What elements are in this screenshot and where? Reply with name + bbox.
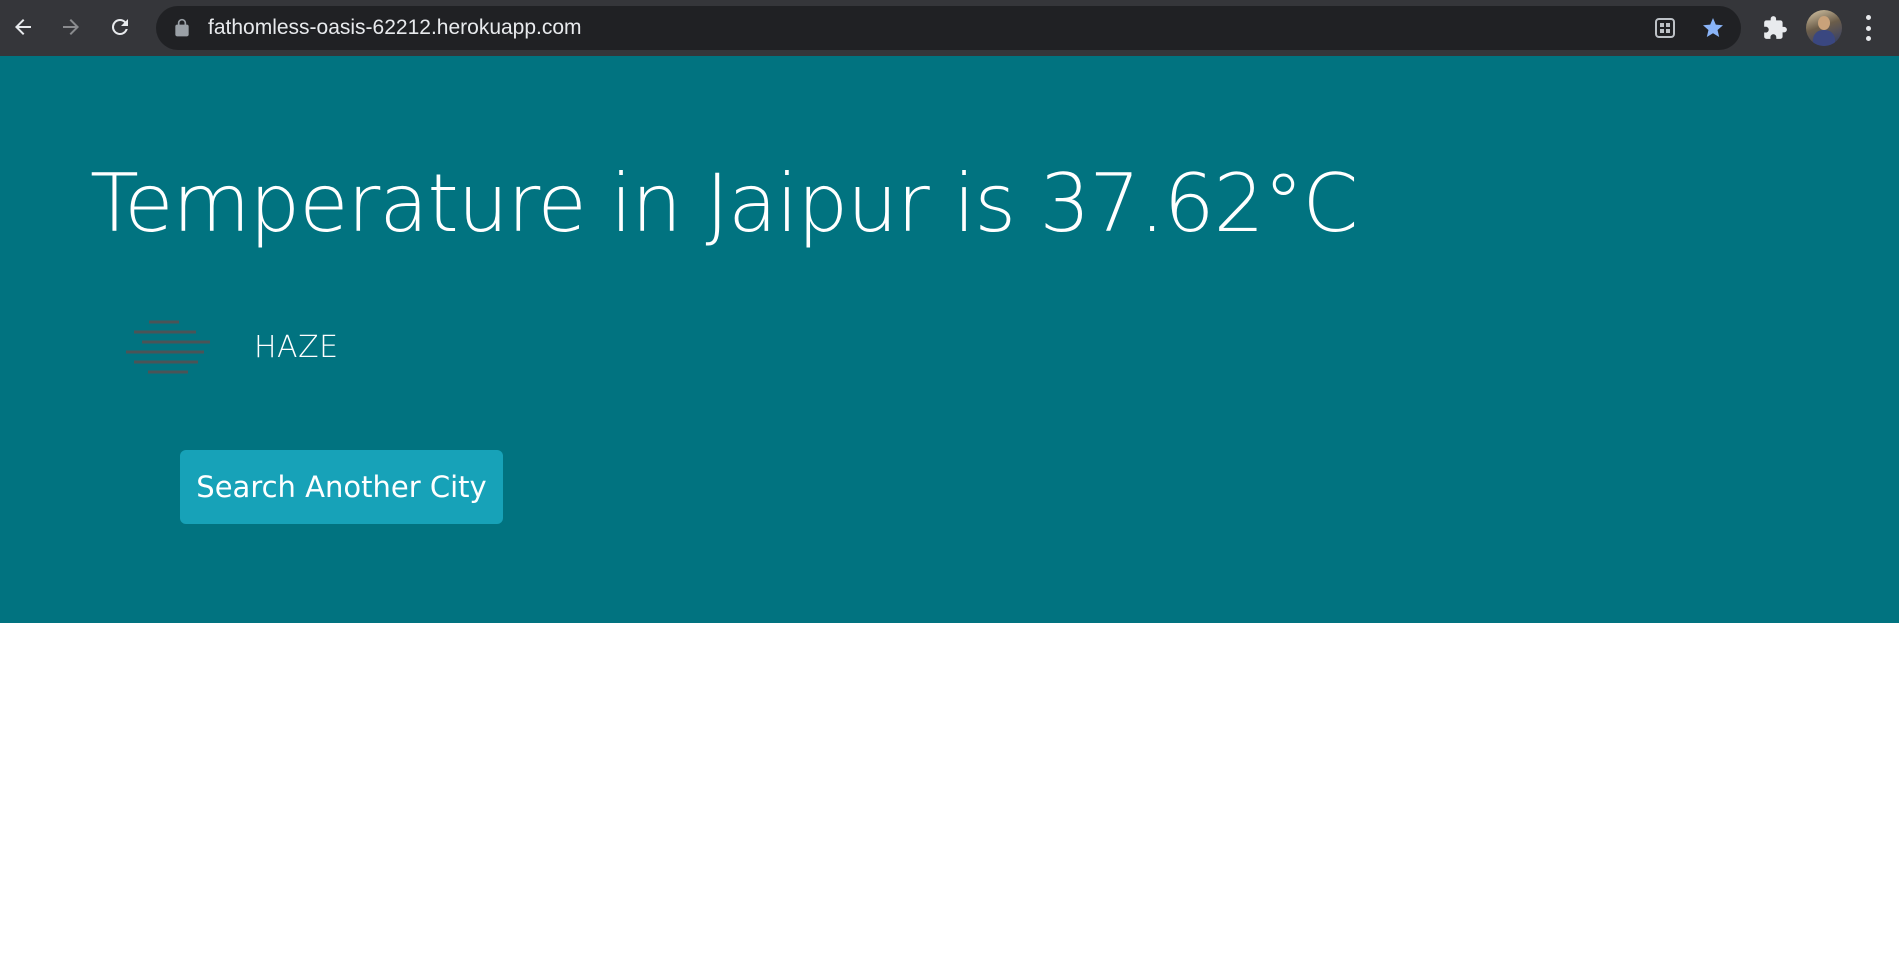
reload-button[interactable] — [101, 8, 139, 46]
address-bar[interactable]: fathomless-oasis-62212.herokuapp.com — [156, 6, 1741, 50]
avatar-body — [1813, 30, 1835, 46]
weather-condition: HAZE — [124, 318, 524, 378]
puzzle-icon[interactable] — [1756, 9, 1794, 47]
arrow-right-icon — [63, 19, 79, 35]
avatar-face — [1818, 16, 1830, 30]
avatar[interactable] — [1806, 10, 1842, 46]
star-icon[interactable] — [1701, 16, 1725, 40]
url-text[interactable]: fathomless-oasis-62212.herokuapp.com — [208, 6, 582, 50]
arrow-left-icon — [15, 19, 31, 35]
app-install-icon[interactable] — [1653, 16, 1677, 40]
page-title: Temperature in Jaipur is 37.62°C — [90, 157, 1358, 250]
haze-icon — [126, 320, 210, 374]
back-button[interactable] — [4, 8, 42, 46]
weather-hero: Temperature in Jaipur is 37.62°C HAZE Se… — [0, 56, 1899, 623]
kebab-menu-icon[interactable] — [1862, 12, 1874, 44]
browser-toolbar: fathomless-oasis-62212.herokuapp.com — [0, 0, 1899, 56]
lock-icon[interactable] — [172, 18, 192, 38]
search-another-city-button[interactable]: Search Another City — [180, 450, 503, 524]
forward-button[interactable] — [52, 8, 90, 46]
condition-label: HAZE — [254, 330, 339, 365]
reload-icon — [111, 18, 128, 35]
